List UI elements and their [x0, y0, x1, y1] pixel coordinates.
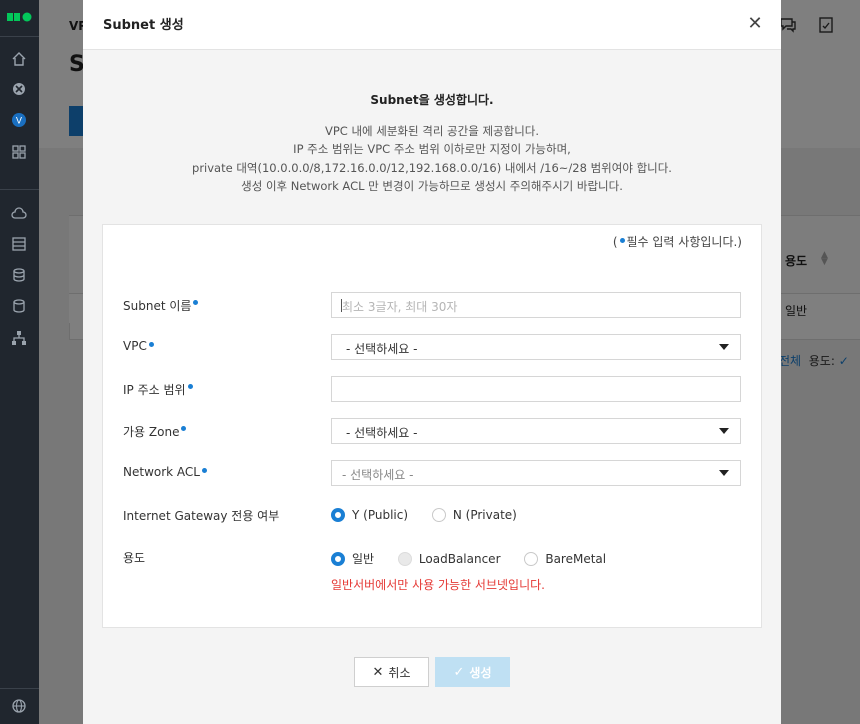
zone-label: 가용 Zone	[123, 425, 180, 439]
igw-radio-group: Y (Public) N (Private)	[331, 508, 537, 528]
check-icon: ✓	[453, 664, 465, 680]
ip-range-label: IP 주소 범위	[123, 383, 186, 397]
row-zone: 가용 Zone - 선택하세요 -	[103, 418, 763, 444]
required-dot-icon	[619, 238, 625, 243]
required-note: (필수 입력 사항입니다.)	[612, 235, 742, 249]
usage-baremetal-radio[interactable]: BareMetal	[524, 551, 606, 566]
chevron-down-icon	[719, 344, 729, 350]
usage-label: 용도	[123, 551, 146, 565]
row-igw: Internet Gateway 전용 여부 Y (Public) N (Pri…	[103, 504, 763, 530]
chevron-down-icon	[719, 470, 729, 476]
modal-header: Subnet 생성 ✕	[83, 0, 781, 50]
required-dot-icon	[193, 300, 199, 305]
brand-logo	[7, 12, 32, 22]
network-acl-select[interactable]: - 선택하세요 -	[331, 460, 741, 486]
required-dot-icon	[148, 342, 154, 347]
vpc-select[interactable]: - 선택하세요 -	[331, 334, 741, 360]
grid-icon[interactable]	[10, 143, 28, 161]
row-network-acl: Network ACL - 선택하세요 -	[103, 460, 763, 486]
vpc-label: VPC	[123, 339, 147, 353]
usage-radio-group: 일반 LoadBalancer BareMetal	[331, 550, 626, 570]
database-icon[interactable]	[10, 266, 28, 284]
create-subnet-modal: Subnet 생성 ✕ Subnet을 생성합니다. VPC 내에 세분화된 격…	[83, 0, 781, 724]
close-icon[interactable]: ✕	[745, 14, 765, 34]
vpc-icon[interactable]: V	[10, 111, 28, 129]
row-subnet-name: Subnet 이름 최소 3글자, 최대 30자	[103, 292, 763, 318]
usage-general-radio[interactable]: 일반	[331, 550, 374, 567]
usage-warning-text: 일반서버에서만 사용 가능한 서브넷입니다.	[331, 578, 545, 592]
igw-private-radio[interactable]: N (Private)	[431, 508, 517, 522]
intro-description: VPC 내에 세분화된 격리 공간을 제공합니다. IP 주소 범위는 VPC …	[192, 124, 672, 193]
igw-public-radio[interactable]: Y (Public)	[331, 508, 408, 522]
row-vpc: VPC - 선택하세요 -	[103, 334, 763, 360]
usage-loadbalancer-radio[interactable]: LoadBalancer	[397, 551, 501, 566]
subnet-name-input[interactable]: 최소 3글자, 최대 30자	[331, 292, 741, 318]
server-icon[interactable]	[10, 235, 28, 253]
igw-label: Internet Gateway 전용 여부	[123, 509, 280, 523]
create-button[interactable]: ✓ 생성	[435, 657, 510, 687]
intro-title: Subnet을 생성합니다.	[370, 93, 494, 107]
storage-icon[interactable]	[10, 297, 28, 315]
service-icon[interactable]	[10, 80, 28, 98]
svg-text:V: V	[16, 117, 23, 127]
subnet-name-placeholder: 최소 3글자, 최대 30자	[342, 300, 458, 314]
row-usage: 용도 일반 LoadBalancer BareMetal	[103, 546, 763, 572]
home-icon[interactable]	[10, 50, 28, 68]
required-dot-icon	[187, 384, 193, 389]
required-dot-icon	[181, 426, 187, 431]
cancel-button[interactable]: ✕ 취소	[354, 657, 429, 687]
chevron-down-icon	[719, 428, 729, 434]
subnet-form: (필수 입력 사항입니다.) Subnet 이름 최소 3글자, 최대 30자 …	[102, 224, 762, 628]
modal-title: Subnet 생성	[103, 18, 184, 33]
cloud-icon[interactable]	[10, 205, 28, 223]
row-ip-range: IP 주소 범위	[103, 376, 763, 402]
side-navigation: V	[0, 0, 39, 724]
close-icon: ✕	[372, 664, 384, 680]
network-icon[interactable]	[10, 329, 28, 347]
globe-icon[interactable]	[10, 697, 28, 715]
zone-select[interactable]: - 선택하세요 -	[331, 418, 741, 444]
network-acl-label: Network ACL	[123, 465, 200, 479]
subnet-name-label: Subnet 이름	[123, 299, 192, 313]
required-dot-icon	[201, 468, 207, 473]
ip-range-input[interactable]	[331, 376, 741, 402]
